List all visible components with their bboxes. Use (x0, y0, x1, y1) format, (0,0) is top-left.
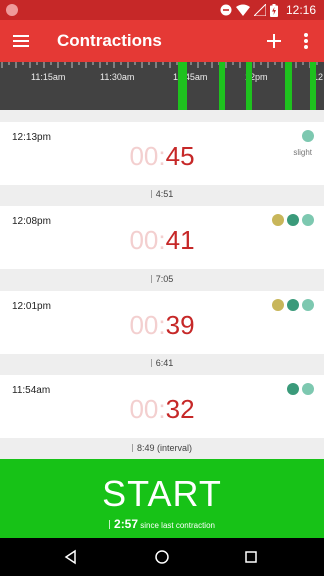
timeline-contraction-bar (310, 62, 316, 110)
interval-row: 8:49 (interval) (0, 443, 324, 453)
notification-icon (6, 4, 18, 16)
interval-row: 6:41 (0, 358, 324, 368)
interval-row: 4:51 (0, 189, 324, 199)
timeline-tick-label: 11:15am (31, 72, 66, 82)
contraction-card[interactable]: 11:54am 00:32 (0, 375, 324, 438)
duration-minutes: 00: (129, 394, 166, 424)
duration-seconds: 45 (165, 141, 195, 171)
signal-icon (254, 4, 266, 16)
duration-minutes: 00: (129, 225, 166, 255)
back-icon[interactable] (63, 549, 79, 565)
app-bar: Contractions (0, 20, 324, 62)
duration-minutes: 00: (129, 141, 166, 171)
since-text: since last contraction (140, 521, 215, 530)
interval-icon (131, 444, 135, 452)
start-button-label: START (102, 473, 222, 514)
contraction-card[interactable]: 12:13pm slight 00:45 (0, 122, 324, 185)
contraction-card[interactable]: 12:01pm 00:39 (0, 291, 324, 354)
contraction-duration: 00:41 (0, 225, 324, 256)
duration-seconds: 32 (165, 394, 195, 424)
wifi-icon (236, 4, 250, 16)
battery-icon (270, 3, 278, 17)
interval-icon (150, 359, 154, 367)
status-bar: 12:16 (0, 0, 324, 20)
interval-icon (150, 275, 154, 283)
contraction-timeline[interactable]: 11:15am 11:30am 11:45am 12pm 12 (0, 62, 324, 110)
duration-seconds: 39 (165, 310, 195, 340)
interval-value: 8:49 (interval) (136, 443, 193, 453)
duration-seconds: 41 (165, 225, 195, 255)
timer-icon (109, 520, 112, 529)
page-title: Contractions (57, 31, 162, 50)
timeline-contraction-bar (178, 62, 187, 110)
contraction-duration: 00:39 (0, 310, 324, 341)
interval-value: 6:41 (155, 358, 174, 368)
time-since-last: 2:57 since last contraction (0, 517, 324, 531)
start-button[interactable]: START 2:57 since last contraction (0, 459, 324, 538)
status-icons (220, 3, 278, 17)
timeline-tick-label: 11:30am (100, 72, 135, 82)
recent-apps-icon[interactable] (243, 549, 259, 565)
clock: 12:16 (285, 3, 316, 17)
interval-value: 4:51 (155, 189, 174, 199)
menu-icon[interactable] (10, 29, 34, 53)
contraction-card[interactable]: 12:08pm 00:41 (0, 206, 324, 269)
contraction-duration: 00:45 (0, 141, 324, 172)
since-value: 2:57 (114, 517, 139, 531)
timeline-contraction-bar (219, 62, 225, 110)
interval-icon (150, 190, 154, 198)
timeline-ruler (1, 62, 318, 68)
duration-minutes: 00: (129, 310, 166, 340)
navigation-bar (0, 538, 324, 576)
home-icon[interactable] (154, 549, 170, 565)
interval-row: 7:05 (0, 274, 324, 284)
add-icon[interactable] (262, 29, 286, 53)
do-not-disturb-icon (220, 4, 232, 16)
timeline-contraction-bar (246, 62, 252, 110)
timeline-contraction-bar (285, 62, 292, 110)
more-options-icon[interactable] (297, 29, 315, 53)
contraction-duration: 00:32 (0, 394, 324, 425)
interval-value: 7:05 (155, 274, 174, 284)
